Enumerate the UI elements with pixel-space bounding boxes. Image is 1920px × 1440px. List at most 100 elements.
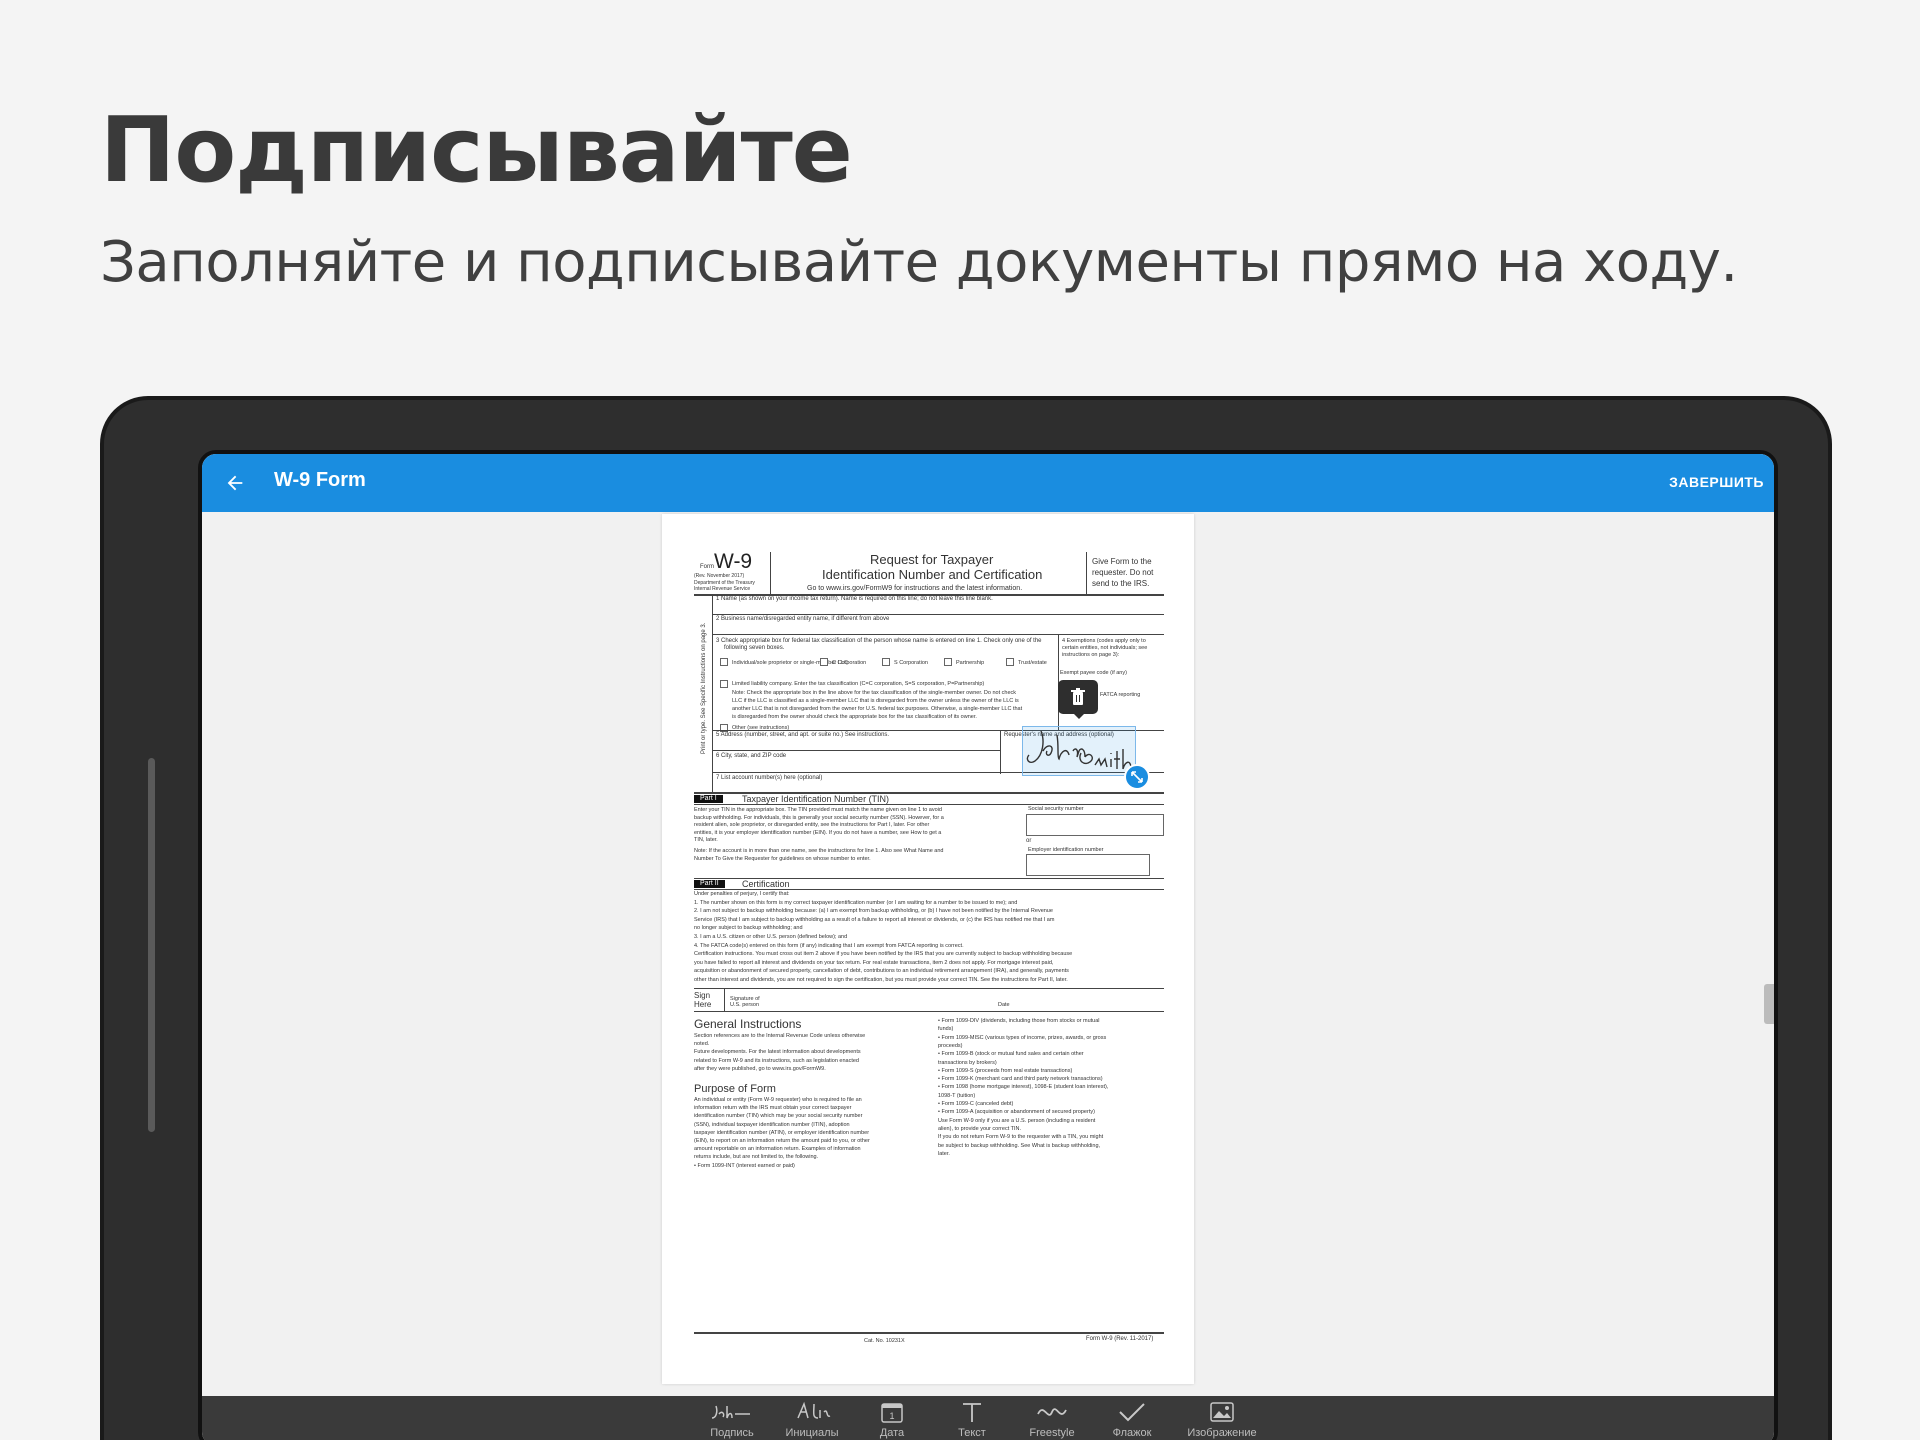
form-side-label: Print or type. See Specific Instructions… <box>701 622 707 754</box>
checkbox-partnership-label: Partnership <box>956 660 985 666</box>
date-label: Date <box>998 1002 1010 1008</box>
ein-field[interactable] <box>1026 854 1150 876</box>
line-3b: following seven boxes. <box>724 645 785 651</box>
tool-freestyle-label: Freestyle <box>1029 1427 1075 1439</box>
text-line: • Form 1099-MISC (various types of incom… <box>938 1034 1107 1041</box>
text-line: after they were published, go to www.irs… <box>694 1065 826 1072</box>
tool-checkmark[interactable]: Флажок <box>1092 1400 1172 1440</box>
catalog-number: Cat. No. 10231X <box>864 1338 905 1344</box>
text-line: • Form 1098 (home mortgage interest), 10… <box>938 1084 1109 1091</box>
text-line: • Form 1099-K (merchant card and third p… <box>938 1076 1103 1083</box>
trash-icon <box>1071 688 1085 705</box>
checkbox-scorp-label: S Corporation <box>894 660 928 666</box>
text-line: An individual or entity (Form W-9 reques… <box>694 1097 862 1103</box>
llc-note-3: another LLC that is not disregarded from… <box>732 706 1023 712</box>
text-line: other than interest and dividends, you a… <box>694 977 1068 983</box>
text-line: (SSN), individual taxpayer identificatio… <box>694 1121 850 1128</box>
text-line: proceeds) <box>938 1042 963 1049</box>
text-line: Section references are to the Internal R… <box>694 1033 866 1039</box>
resize-handle[interactable] <box>1124 764 1150 790</box>
line-5-address: 5 Address (number, street, and apt. or s… <box>716 732 890 738</box>
text-line: later. <box>938 1150 950 1157</box>
sign-here-label: Sign Here <box>694 991 712 1009</box>
text-line: Number To Give the Requester for guideli… <box>694 855 871 862</box>
tool-image[interactable]: Изображение <box>1182 1400 1262 1440</box>
text-line: (EIN), to report on an information retur… <box>694 1138 870 1144</box>
tool-text-label: Текст <box>958 1427 986 1439</box>
tool-checkmark-label: Флажок <box>1112 1427 1152 1439</box>
tablet-frame: W-9 Form ЗАВЕРШИТЬ Form W-9 (Rev. Novemb… <box>100 396 1832 1440</box>
text-line: transactions by brokers) <box>938 1059 997 1066</box>
text-line: TIN, later. <box>694 837 718 843</box>
llc-note-2: LLC if the LLC is classified as a single… <box>732 698 1019 704</box>
checkbox-scorp[interactable] <box>882 658 890 666</box>
checkbox-trust[interactable] <box>1006 658 1014 666</box>
ssn-field[interactable] <box>1026 814 1164 836</box>
or-label: or <box>1026 838 1032 844</box>
signature-field[interactable] <box>1022 726 1136 776</box>
text-line: related to Form W-9 and its instructions… <box>694 1057 859 1064</box>
text-line: acquisition or abandonment of secured pr… <box>694 968 1069 975</box>
text-line: Note: If the account is in more than one… <box>694 848 944 854</box>
checkbox-individual-label: Individual/sole proprietor or single-mem… <box>732 660 848 666</box>
signature-image <box>1026 730 1132 770</box>
document-title: W-9 Form <box>274 469 366 491</box>
tool-text[interactable]: Текст <box>932 1400 1012 1440</box>
signature-icon <box>711 1405 750 1419</box>
finish-button[interactable]: ЗАВЕРШИТЬ <box>1669 474 1764 490</box>
text-line: • Form 1099-DIV (dividends, including th… <box>938 1018 1100 1024</box>
scroll-handle[interactable] <box>1764 984 1774 1024</box>
text-line: no longer subject to backup withholding;… <box>694 925 803 932</box>
headline: Подписывайте <box>100 98 853 203</box>
app-screen: W-9 Form ЗАВЕРШИТЬ Form W-9 (Rev. Novemb… <box>198 450 1778 1440</box>
text-line: 1098-T (tuition) <box>938 1092 976 1099</box>
tool-date[interactable]: 1 Дата <box>852 1400 932 1440</box>
text-line: funds) <box>938 1026 954 1033</box>
checkbox-ccorp[interactable] <box>820 658 828 666</box>
tool-signature[interactable]: Подпись <box>692 1400 772 1440</box>
exemptions-2: certain entities, not individuals; see <box>1062 645 1148 651</box>
document-page[interactable]: Form W-9 (Rev. November 2017) Department… <box>662 514 1194 1384</box>
tool-initials[interactable]: Инициалы <box>772 1400 852 1440</box>
text-line: • Form 1099-C (canceled debt) <box>938 1101 1014 1107</box>
text-line: Service (IRS) that I am subject to backu… <box>694 916 1055 923</box>
exemptions-1: 4 Exemptions (codes apply only to <box>1062 638 1146 644</box>
give-form-3: send to the IRS. <box>1092 579 1150 588</box>
text-line: Certification instructions. You must cro… <box>694 951 1073 958</box>
text-line: backup withholding. For individuals, thi… <box>694 814 944 821</box>
svg-text:1: 1 <box>889 1411 894 1421</box>
text-line: Future developments. For the latest info… <box>694 1049 861 1056</box>
give-form-2: requester. Do not <box>1092 568 1154 577</box>
delete-signature-button[interactable] <box>1058 680 1098 719</box>
line-2-business: 2 Business name/disregarded entity name,… <box>716 616 890 622</box>
line-6-city: 6 City, state, and ZIP code <box>716 753 787 759</box>
text-line: information return with the IRS must obt… <box>694 1105 852 1112</box>
text-line: • Form 1099-B (stock or mutual fund sale… <box>938 1051 1084 1058</box>
checkmark-icon <box>1119 1403 1145 1422</box>
text-line: you have failed to report all interest a… <box>694 959 1054 966</box>
text-line: • Form 1099-INT (interest earned or paid… <box>694 1162 795 1169</box>
llc-note-4: is disregarded from the owner should che… <box>732 714 977 720</box>
llc-note-1: Note: Check the appropriate box in the l… <box>732 690 1017 696</box>
app-bar: W-9 Form ЗАВЕРШИТЬ <box>202 454 1774 512</box>
tool-signature-label: Подпись <box>710 1427 754 1439</box>
initials-icon <box>797 1401 831 1419</box>
tool-freestyle[interactable]: Freestyle <box>1012 1400 1092 1440</box>
footer-form-label: Form W-9 (Rev. 11-2017) <box>1086 1336 1154 1342</box>
text-line: identification number (TIN) which may be… <box>694 1113 863 1120</box>
checkbox-trust-label: Trust/estate <box>1018 660 1047 666</box>
text-line: Under penalties of perjury, I certify th… <box>694 891 790 897</box>
checkbox-llc[interactable] <box>720 680 728 688</box>
ssn-label: Social security number <box>1028 806 1084 812</box>
subheadline: Заполняйте и подписывайте документы прям… <box>100 230 1738 295</box>
checkbox-individual[interactable] <box>720 658 728 666</box>
checkbox-partnership[interactable] <box>944 658 952 666</box>
text-line: • Form 1099-A (acquisition or abandonmen… <box>938 1109 1095 1116</box>
form-label: Form <box>700 564 714 570</box>
text-line: amount reportable on an information retu… <box>694 1146 861 1153</box>
signature-label: Signature of U.S. person <box>730 996 760 1009</box>
form-title-1: Request for Taxpayer <box>870 552 994 567</box>
document-viewer[interactable]: Form W-9 (Rev. November 2017) Department… <box>202 512 1774 1396</box>
back-arrow-icon[interactable] <box>220 468 250 498</box>
image-icon <box>1210 1402 1234 1422</box>
